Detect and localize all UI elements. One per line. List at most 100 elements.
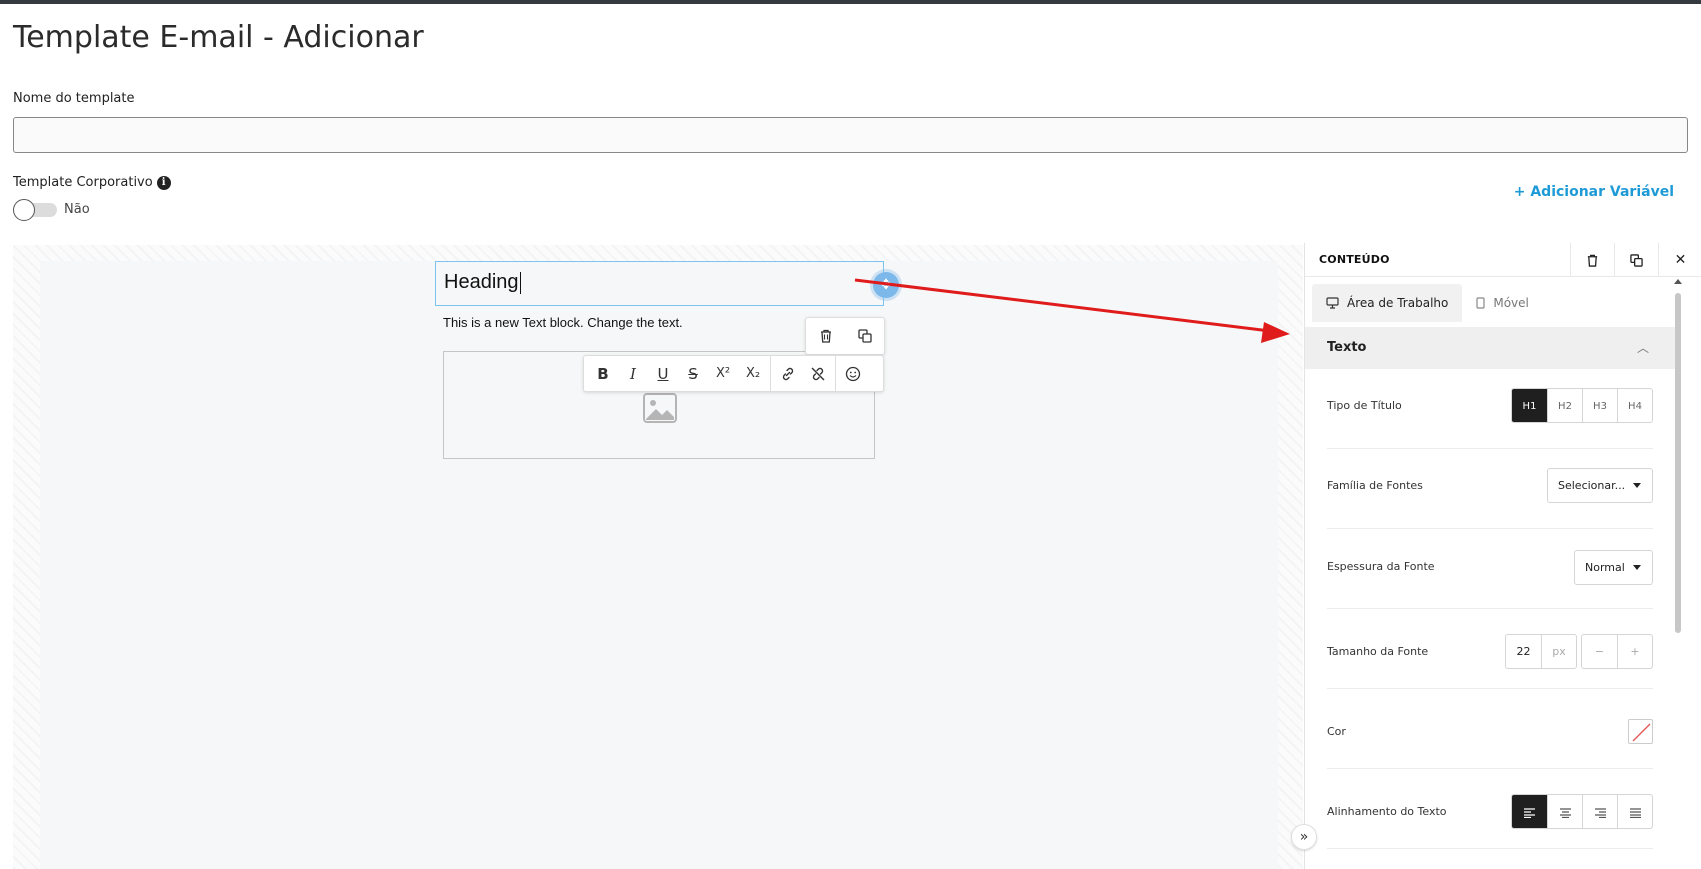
collapse-panel-button[interactable]: » [1291, 824, 1317, 850]
double-chevron-right-icon: » [1299, 829, 1309, 845]
properties-panel: CONTEÚDO ✕ Área de Trabalho Móvel Texto … [1304, 243, 1701, 869]
corporate-toggle-text: Não [64, 202, 90, 217]
link-button[interactable] [773, 359, 803, 389]
font-weight-label: Espessura da Fonte [1327, 560, 1435, 573]
heading-text-wrapper[interactable]: Heading [444, 271, 521, 294]
font-weight-select[interactable]: Normal [1574, 550, 1653, 585]
tab-desktop-label: Área de Trabalho [1347, 296, 1449, 310]
info-icon[interactable]: i [156, 175, 171, 190]
subscript-button[interactable]: X₂ [738, 359, 768, 389]
image-placeholder-icon [643, 393, 677, 423]
add-variable-link[interactable]: + Adicionar Variável [1514, 184, 1674, 200]
panel-scrollbar[interactable] [1674, 277, 1682, 869]
desktop-icon [1326, 297, 1339, 309]
font-size-decrease-button[interactable]: − [1582, 635, 1617, 668]
no-color-icon [1632, 723, 1651, 742]
row-font-size: Tamanho da Fonte 22 px − + [1327, 609, 1653, 689]
font-family-label: Família de Fontes [1327, 479, 1423, 492]
align-center-icon [1559, 807, 1571, 818]
row-text-align: Alinhamento do Texto [1327, 769, 1653, 849]
section-text-header[interactable]: Texto ︿ [1305, 327, 1675, 369]
unlink-icon [811, 367, 825, 380]
font-size-unit: px [1541, 635, 1576, 668]
corporate-toggle[interactable] [13, 199, 57, 221]
font-family-select[interactable]: Selecionar... [1547, 468, 1653, 503]
emoji-button[interactable] [838, 359, 868, 389]
panel-title: CONTEÚDO [1319, 253, 1390, 266]
row-font-weight: Espessura da Fonte Normal [1327, 529, 1653, 609]
heading-block[interactable]: Heading [435, 261, 884, 306]
template-name-input[interactable] [13, 117, 1688, 153]
heading-h1-option[interactable]: H1 [1512, 389, 1547, 422]
text-block[interactable]: This is a new Text block. Change the tex… [443, 315, 683, 330]
panel-tabs: Área de Trabalho Móvel [1305, 284, 1701, 322]
font-size-control: 22 px − + [1505, 634, 1653, 669]
row-font-family: Família de Fontes Selecionar... [1327, 449, 1653, 529]
corporate-template-label: Template Corporativo i [13, 175, 171, 190]
chevron-down-icon [1632, 565, 1641, 570]
toolbar-divider [835, 355, 836, 392]
panel-close-button[interactable]: ✕ [1658, 243, 1701, 277]
tab-mobile-label: Móvel [1493, 296, 1529, 310]
duplicate-icon [857, 329, 872, 343]
drag-handle-icon[interactable]: ✥ [873, 272, 899, 298]
chevron-up-icon: ︿ [1636, 341, 1649, 355]
font-family-value: Selecionar... [1558, 479, 1626, 492]
superscript-button[interactable]: X² [708, 359, 738, 389]
font-size-label: Tamanho da Fonte [1327, 645, 1429, 658]
underline-button[interactable]: U [648, 359, 678, 389]
block-tools [805, 317, 885, 355]
text-caret [519, 271, 521, 294]
align-left-icon [1524, 807, 1535, 818]
align-left-button[interactable] [1512, 795, 1547, 828]
duplicate-icon [1630, 253, 1643, 267]
corporate-template-label-text: Template Corporativo [13, 175, 153, 190]
italic-button[interactable]: I [618, 359, 648, 389]
scroll-thumb[interactable] [1675, 293, 1681, 633]
font-size-stepper: − + [1581, 634, 1653, 669]
font-size-increase-button[interactable]: + [1617, 635, 1652, 668]
panel-actions: ✕ [1570, 243, 1701, 277]
trash-icon [1587, 254, 1598, 267]
tab-desktop[interactable]: Área de Trabalho [1312, 284, 1463, 322]
unlink-button[interactable] [803, 359, 833, 389]
trash-icon [820, 329, 831, 343]
scroll-up-arrow-icon[interactable] [1674, 279, 1682, 284]
heading-type-selector: H1 H2 H3 H4 [1511, 388, 1653, 423]
duplicate-block-button[interactable] [845, 318, 884, 354]
delete-block-button[interactable] [806, 318, 845, 354]
heading-h3-option[interactable]: H3 [1582, 389, 1617, 422]
row-color: Cor [1327, 689, 1653, 769]
toolbar-divider [770, 355, 771, 392]
align-justify-icon [1629, 807, 1641, 818]
bold-button[interactable]: B [588, 359, 618, 389]
chevron-down-icon [1633, 483, 1642, 488]
close-icon: ✕ [1674, 252, 1687, 268]
strikethrough-button[interactable]: S [678, 359, 708, 389]
color-picker-swatch[interactable] [1628, 719, 1653, 744]
toggle-knob [13, 199, 35, 221]
link-icon [782, 367, 794, 380]
heading-h2-option[interactable]: H2 [1547, 389, 1582, 422]
panel-duplicate-button[interactable] [1614, 243, 1658, 277]
emoji-icon [845, 366, 861, 381]
align-right-button[interactable] [1582, 795, 1617, 828]
page-title: Template E-mail - Adicionar [13, 20, 424, 55]
font-size-input[interactable]: 22 [1506, 635, 1541, 668]
font-weight-value: Normal [1585, 561, 1625, 574]
row-heading-type: Tipo de Título H1 H2 H3 H4 [1327, 369, 1653, 449]
heading-text: Heading [444, 271, 519, 293]
mobile-icon [1476, 297, 1485, 309]
align-center-button[interactable] [1547, 795, 1582, 828]
panel-delete-button[interactable] [1570, 243, 1614, 277]
align-right-icon [1594, 807, 1606, 818]
font-size-input-box: 22 px [1505, 634, 1577, 669]
tab-mobile[interactable]: Móvel [1462, 284, 1543, 322]
text-align-selector [1511, 794, 1653, 829]
text-format-toolbar: B I U S X² X₂ [583, 355, 884, 392]
align-justify-button[interactable] [1617, 795, 1652, 828]
color-label: Cor [1327, 725, 1346, 738]
panel-header: CONTEÚDO ✕ [1305, 243, 1701, 277]
heading-h4-option[interactable]: H4 [1617, 389, 1652, 422]
template-name-label: Nome do template [13, 91, 135, 106]
